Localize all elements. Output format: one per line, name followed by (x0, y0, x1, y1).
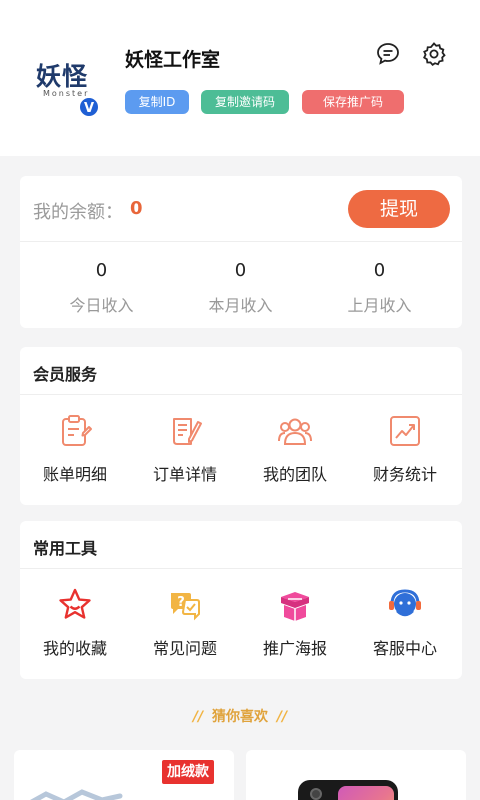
grid-item-label: 客服中心 (372, 639, 437, 658)
withdraw-button[interactable]: 提现 (348, 190, 450, 228)
grid-item-my-team[interactable]: 我的团队 (240, 413, 350, 485)
grid-item-promo-poster[interactable]: 推广海报 (240, 587, 350, 659)
divider (20, 394, 462, 395)
studio-logo: 妖怪 Monster V (22, 48, 104, 120)
product-image (298, 780, 398, 800)
grid-item-label: 财务统计 (372, 465, 437, 484)
product-card[interactable] (246, 750, 466, 800)
chart-icon (387, 413, 423, 449)
grid-item-label: 推广海报 (262, 639, 327, 658)
decor-slash-icon: // (192, 709, 204, 725)
verified-badge-icon: V (78, 96, 100, 118)
headset-icon (387, 587, 423, 623)
grid-item-customer-service[interactable]: 客服中心 (350, 587, 460, 659)
stat-value: 0 (234, 260, 247, 281)
team-icon (277, 413, 313, 449)
stat-today: 0 今日收入 (28, 260, 175, 316)
common-tools-card: 常用工具 我的收藏 ? 常见问题 推广海报 客服中心 (20, 521, 462, 679)
grid-item-bill-details[interactable]: 账单明细 (20, 413, 130, 485)
save-promo-code-button[interactable]: 保存推广码 (302, 90, 404, 114)
grid-item-label: 常见问题 (152, 639, 217, 658)
camera-icon (310, 788, 322, 800)
stat-value: 0 (373, 260, 386, 281)
order-icon (167, 413, 203, 449)
logo-text: 妖怪 (36, 62, 89, 91)
bill-icon (57, 413, 93, 449)
settings-icon[interactable] (421, 41, 447, 67)
balance-card: 我的余额： 0 提现 0 今日收入 0 本月收入 0 上月收入 (20, 176, 462, 328)
faq-icon: ? (167, 587, 203, 623)
stat-label: 今日收入 (69, 296, 134, 315)
balance-label: 我的余额： (33, 202, 123, 223)
grid-item-order-details[interactable]: 订单详情 (130, 413, 240, 485)
decor-slash-icon: // (276, 709, 288, 725)
grid-item-faq[interactable]: ? 常见问题 (130, 587, 240, 659)
stat-label: 上月收入 (347, 296, 412, 315)
grid-item-label: 订单详情 (152, 465, 217, 484)
product-tag: 加绒款 (162, 760, 214, 784)
product-card[interactable]: 加绒款 (14, 750, 234, 800)
grid-item-label: 账单明细 (42, 465, 107, 484)
member-services-card: 会员服务 账单明细 订单详情 我的团队 财务统计 (20, 347, 462, 505)
grid-item-label: 我的团队 (262, 465, 327, 484)
profile-header: 妖怪 Monster V 妖怪工作室 复制ID 复制邀请码 保存推广码 (0, 0, 480, 156)
grid-item-finance-stats[interactable]: 财务统计 (350, 413, 460, 485)
star-icon (57, 587, 93, 623)
product-image (30, 789, 123, 800)
copy-invite-code-button[interactable]: 复制邀请码 (201, 90, 289, 114)
recommend-heading: // 猜你喜欢 // (0, 706, 480, 726)
divider (20, 568, 462, 569)
balance-value: 0 (130, 198, 143, 219)
stat-value: 0 (95, 260, 108, 281)
stat-this-month: 0 本月收入 (167, 260, 314, 316)
recommend-title: 猜你喜欢 (212, 709, 268, 725)
message-icon[interactable] (375, 41, 401, 67)
grid-item-my-favorites[interactable]: 我的收藏 (20, 587, 130, 659)
balance-row: 我的余额： 0 提现 (20, 176, 462, 242)
phone-screen (338, 786, 394, 800)
copy-id-button[interactable]: 复制ID (125, 90, 189, 114)
stat-last-month: 0 上月收入 (306, 260, 453, 316)
stat-label: 本月收入 (208, 296, 273, 315)
studio-name: 妖怪工作室 (125, 49, 221, 71)
section-title: 常用工具 (33, 539, 98, 558)
section-title: 会员服务 (33, 365, 98, 384)
gift-box-icon (277, 587, 313, 623)
grid-item-label: 我的收藏 (42, 639, 107, 658)
